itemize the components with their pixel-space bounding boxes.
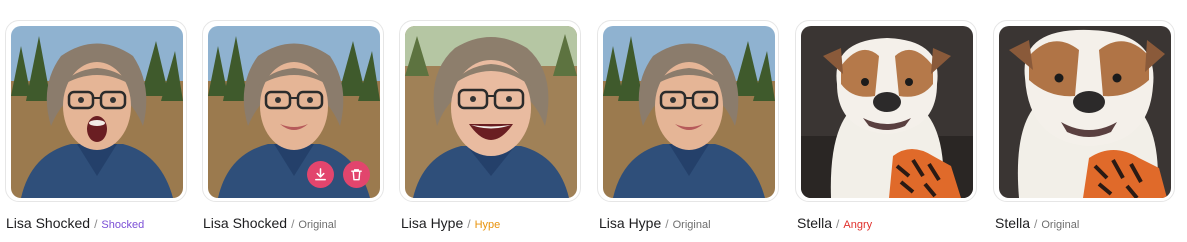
download-button[interactable] — [307, 161, 334, 188]
style-tag: Original — [1041, 219, 1080, 231]
image-caption: Stella / Angry — [797, 214, 872, 234]
image-caption: Lisa Shocked / Original — [203, 214, 336, 234]
image-name: Stella — [995, 215, 1031, 231]
image-name: Lisa Shocked — [203, 215, 288, 231]
thumbnail-image[interactable] — [801, 26, 973, 198]
caption-separator: / — [467, 217, 471, 231]
gallery-card[interactable] — [399, 20, 581, 202]
caption-separator: / — [836, 217, 840, 231]
caption-separator: / — [1034, 217, 1038, 231]
style-tag: Angry — [843, 219, 873, 231]
image-caption: Lisa Hype / Original — [599, 214, 711, 234]
caption-separator: / — [665, 217, 669, 231]
caption-separator: / — [291, 217, 295, 231]
thumbnail-image[interactable] — [11, 26, 183, 198]
style-tag: Original — [298, 219, 337, 231]
thumbnail-image[interactable] — [999, 26, 1171, 198]
thumbnail-image[interactable] — [603, 26, 775, 198]
image-name: Lisa Hype — [599, 215, 662, 231]
image-caption: Lisa Hype / Hype — [401, 214, 500, 234]
style-tag: Hype — [474, 219, 501, 231]
style-tag: Shocked — [101, 219, 145, 231]
image-gallery: Lisa Shocked / Shocked Lisa Shocked / Origin… — [0, 0, 1187, 242]
image-name: Stella — [797, 215, 833, 231]
gallery-card[interactable] — [795, 20, 977, 202]
image-name: Lisa Hype — [401, 215, 464, 231]
gallery-card[interactable] — [993, 20, 1175, 202]
image-caption: Lisa Shocked / Shocked — [6, 214, 144, 234]
thumbnail-image[interactable] — [405, 26, 577, 198]
gallery-card[interactable] — [597, 20, 779, 202]
gallery-card[interactable] — [5, 20, 187, 202]
image-caption: Stella / Original — [995, 214, 1079, 234]
image-name: Lisa Shocked — [6, 215, 91, 231]
style-tag: Original — [672, 219, 711, 231]
gallery-card[interactable] — [202, 20, 384, 202]
caption-separator: / — [94, 217, 98, 231]
download-icon — [315, 168, 326, 181]
delete-button[interactable] — [343, 161, 370, 188]
trash-icon — [351, 169, 362, 181]
